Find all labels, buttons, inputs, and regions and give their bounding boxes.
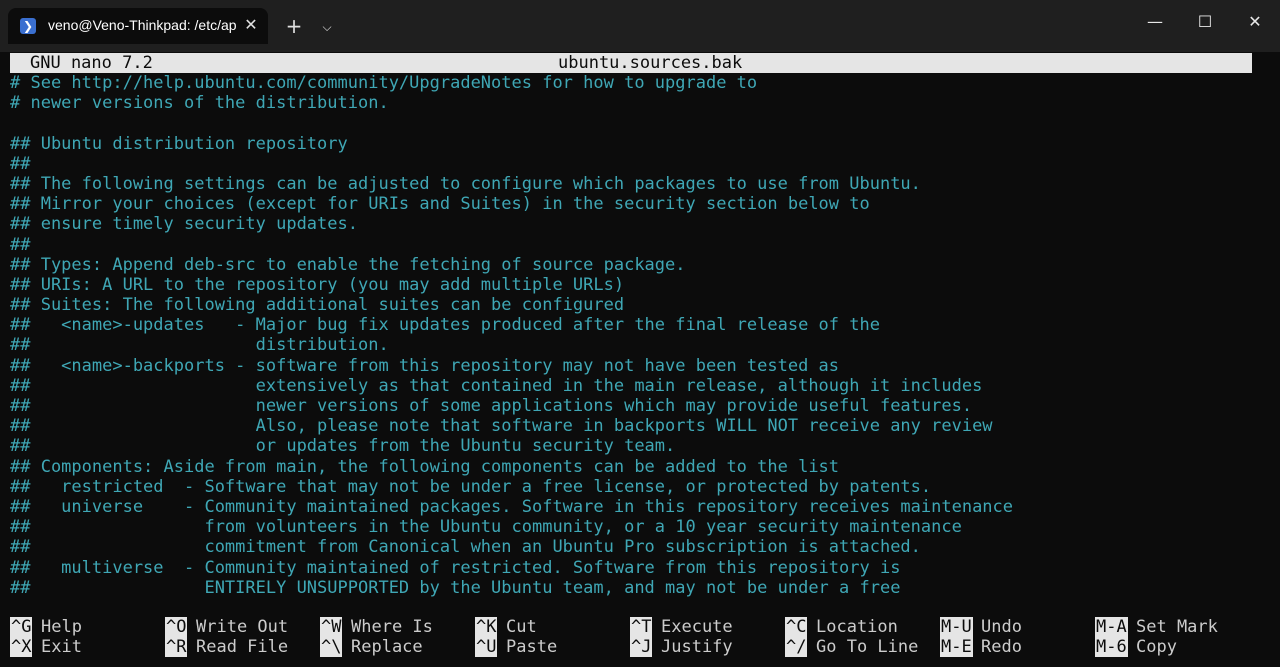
new-tab-button[interactable]: + xyxy=(280,14,308,40)
editor-line: ## Components: Aside from main, the foll… xyxy=(10,456,840,477)
shortcut-label: Help xyxy=(41,617,82,637)
shortcut-label: Read File xyxy=(196,637,289,657)
maximize-button[interactable]: ☐ xyxy=(1180,0,1230,44)
editor-line: ## The following settings can be adjuste… xyxy=(10,173,921,194)
editor-line: ## Mirror your choices (except for URIs … xyxy=(10,194,870,215)
shortcut-key: ^\ xyxy=(320,637,343,657)
editor-line: # newer versions of the distribution. xyxy=(10,93,389,114)
shortcut-key: M-E xyxy=(940,637,973,657)
terminal-screen[interactable]: GNU nano 7.2 ubuntu.sources.bak # See ht… xyxy=(10,53,1272,663)
editor-line: ## <name>-backports - software from this… xyxy=(10,355,840,376)
shortcut-label: Replace xyxy=(351,637,423,657)
tab-title: veno@Veno-Thinkpad: /etc/apt xyxy=(48,17,236,33)
editor-content[interactable]: # See http://help.ubuntu.com/community/U… xyxy=(10,73,1272,598)
editor-line: ## xyxy=(10,153,31,174)
nano-version: GNU nano 7.2 xyxy=(30,53,153,73)
shortcut-key: ^X xyxy=(10,637,33,657)
shortcut-key: ^U xyxy=(475,637,498,657)
shortcut-key: ^R xyxy=(165,637,188,657)
shortcut-label: Go To Line xyxy=(816,637,919,657)
editor-line: ## restricted - Software that may not be… xyxy=(10,476,932,497)
editor-line: ## extensively as that contained in the … xyxy=(10,375,983,396)
shortcut-key: ^O xyxy=(165,617,188,637)
terminal-tab[interactable]: ❯ veno@Veno-Thinkpad: /etc/apt ✕ xyxy=(8,8,268,44)
shortcut-key: ^T xyxy=(630,617,653,637)
editor-line: ## Types: Append deb-src to enable the f… xyxy=(10,254,686,275)
editor-line: ## multiverse - Community maintained of … xyxy=(10,557,901,578)
editor-line: ## or updates from the Ubuntu security t… xyxy=(10,436,676,457)
editor-line: ## URIs: A URL to the repository (you ma… xyxy=(10,274,625,295)
shortcut-label: Justify xyxy=(661,637,733,657)
editor-line: ## newer versions of some applications w… xyxy=(10,396,973,416)
shortcut-key: M-U xyxy=(940,617,973,637)
shortcut-label: Write Out xyxy=(196,617,289,637)
editor-line: # See http://help.ubuntu.com/community/U… xyxy=(10,73,758,93)
file-name: ubuntu.sources.bak xyxy=(558,53,743,73)
editor-line: ## commitment from Canonical when an Ubu… xyxy=(10,537,921,558)
shortcut-key: ^C xyxy=(785,617,808,637)
close-tab-icon[interactable]: ✕ xyxy=(240,14,262,36)
shortcut-key: ^K xyxy=(475,617,498,637)
editor-line: ## from volunteers in the Ubuntu communi… xyxy=(10,517,962,538)
nano-title-bar: GNU nano 7.2 ubuntu.sources.bak xyxy=(10,53,1252,73)
shortcut-label: Location xyxy=(816,617,898,637)
shortcut-label: Set Mark xyxy=(1136,617,1218,637)
close-window-button[interactable]: ✕ xyxy=(1230,0,1280,44)
shortcut-key: ^J xyxy=(630,637,653,657)
editor-line: ## <name>-updates - Major bug fix update… xyxy=(10,315,880,336)
editor-line: ## xyxy=(10,234,31,255)
shortcut-label: Exit xyxy=(41,637,82,657)
shortcut-label: Where Is xyxy=(351,617,433,637)
minimize-button[interactable]: — xyxy=(1130,0,1180,44)
shortcut-label: Undo xyxy=(981,617,1022,637)
shortcut-key: M-6 xyxy=(1095,637,1128,657)
shortcut-row-1: ^G Help ^O Write Out ^W Where Is ^K Cut ^T Execut… xyxy=(10,617,1272,637)
shortcut-label: Execute xyxy=(661,617,733,637)
chevron-down-icon[interactable]: ⌵ xyxy=(314,14,340,40)
title-bar: ❯ veno@Veno-Thinkpad: /etc/apt ✕ + ⌵ — ☐… xyxy=(0,0,1280,52)
shortcut-label: Copy xyxy=(1136,637,1177,657)
shortcut-label: Redo xyxy=(981,637,1022,657)
editor-line: ## universe - Community maintained packa… xyxy=(10,496,1014,517)
shortcut-bar: ^G Help ^O Write Out ^W Where Is ^K Cut ^T Execut… xyxy=(10,617,1272,657)
shortcut-row-2: ^X Exit ^R Read File ^\ Replace ^U Paste ^J Justi… xyxy=(10,637,1272,657)
editor-line: ## Also, please note that software in ba… xyxy=(10,416,993,437)
shortcut-label: Paste xyxy=(506,637,558,657)
editor-line: ## Suites: The following additional suit… xyxy=(10,295,625,316)
shortcut-key: ^W xyxy=(320,617,343,637)
editor-line: ## ensure timely security updates. xyxy=(10,214,358,235)
shortcut-label: Cut xyxy=(506,617,537,637)
editor-line: ## ENTIRELY UNSUPPORTED by the Ubuntu te… xyxy=(10,577,901,598)
shortcut-key: M-A xyxy=(1095,617,1128,637)
editor-line: ## distribution. xyxy=(10,335,389,356)
powershell-icon: ❯ xyxy=(20,18,36,34)
shortcut-key: ^G xyxy=(10,617,33,637)
editor-line: ## Ubuntu distribution repository xyxy=(10,133,348,154)
shortcut-key: ^/ xyxy=(785,637,808,657)
